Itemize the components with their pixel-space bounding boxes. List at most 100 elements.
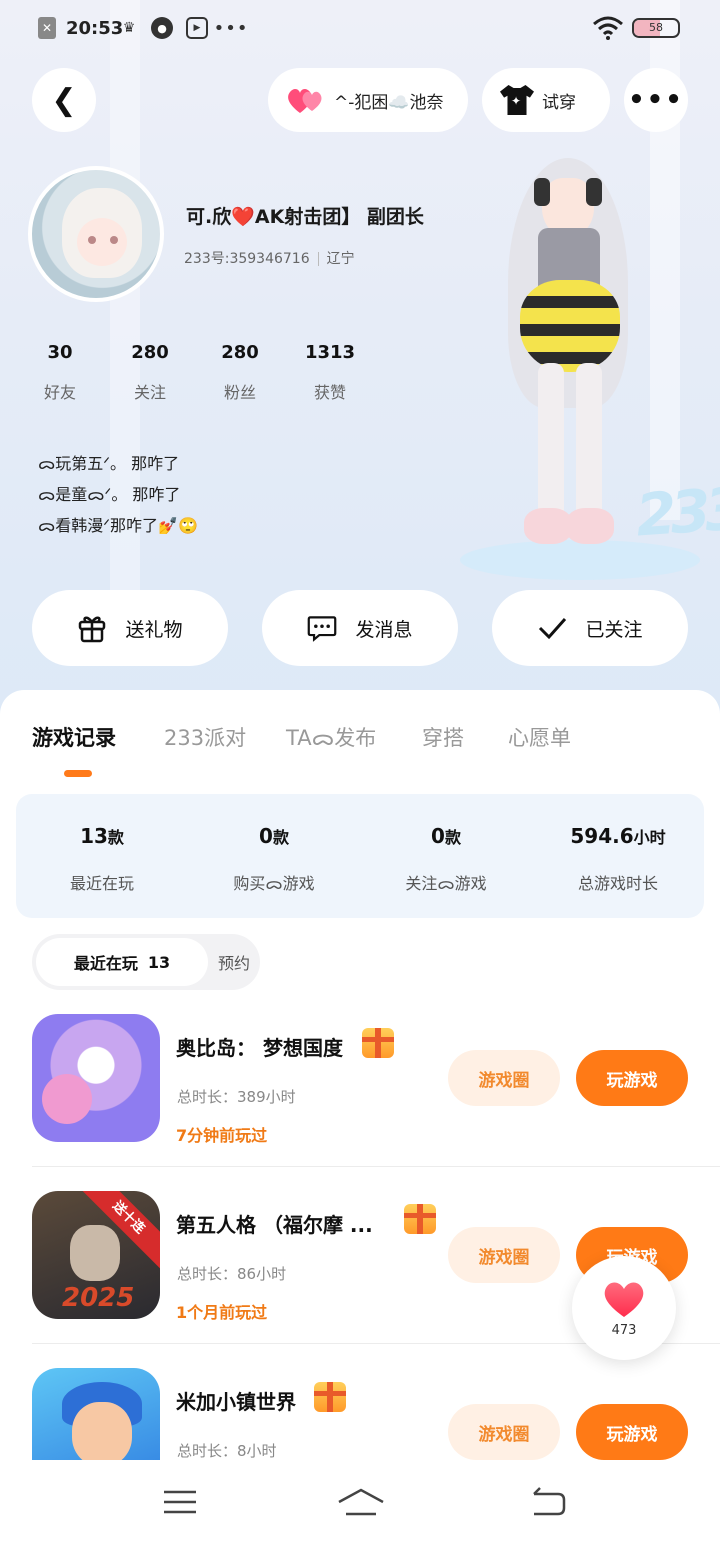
game-duration: 总时长：389小时 xyxy=(177,1086,296,1107)
nickname-text: 可.欣 xyxy=(186,206,232,228)
avatar[interactable] xyxy=(28,166,164,302)
game-circle-button[interactable]: 游戏圈 xyxy=(448,1050,560,1106)
bio: ᯅ玩第五ᐟ。 那咋了 ᯅ是童ᯅᐟ。 那咋了 ᯅ看韩漫ᐟ那咋了💅🙄 xyxy=(38,448,198,541)
like-button[interactable]: 473 xyxy=(572,1256,676,1360)
home-icon[interactable] xyxy=(336,1486,386,1518)
club-badge-button[interactable]: ^-犯困☁️池奈 xyxy=(268,68,468,132)
stat-label: 关注 xyxy=(133,383,166,402)
play-game-button[interactable]: 玩游戏 xyxy=(576,1404,688,1460)
game-icon[interactable]: 送十连 2025 xyxy=(32,1191,160,1319)
duration-label: 总时长： xyxy=(177,1265,238,1283)
followed-label: 已关注 xyxy=(585,618,643,641)
stat-fans[interactable]: 280 粉丝 xyxy=(200,342,280,403)
summary-followed-games[interactable]: 0款 关注ᯅ游戏 xyxy=(360,824,532,894)
profile-tabs: 游戏记录 233派对 TAᯅ发布 穿搭 心愿单 xyxy=(0,690,720,780)
stat-following[interactable]: 280 关注 xyxy=(110,342,190,403)
battery-percent: 58 xyxy=(649,21,663,34)
chevron-left-icon: ❮ xyxy=(51,82,77,118)
stat-number: 1313 xyxy=(304,342,356,363)
send-gift-button[interactable]: 送礼物 xyxy=(32,590,228,666)
gift-icon xyxy=(79,616,106,643)
game-art xyxy=(72,1402,132,1466)
heart-icon xyxy=(604,1281,644,1317)
tab-game-records[interactable]: 游戏记录 xyxy=(32,722,116,752)
gift-icon[interactable] xyxy=(404,1204,436,1234)
summary-unit: 款 xyxy=(272,828,289,847)
filter-recent-label: 最近在玩 xyxy=(73,954,138,973)
game-duration: 总时长：86小时 xyxy=(177,1263,286,1284)
play-icon: ▶ xyxy=(186,17,208,39)
tshirt-icon: ✦ xyxy=(500,85,534,115)
system-nav-bar xyxy=(0,1460,720,1544)
bio-line: ᯅ是童ᯅᐟ。 那咋了 xyxy=(38,485,181,504)
stat-number: 280 xyxy=(221,342,259,363)
nickname-tag: AK射击团】 副团长 xyxy=(254,206,424,228)
summary-label: 购买ᯅ游戏 xyxy=(233,874,315,893)
gift-icon[interactable] xyxy=(314,1382,346,1412)
wifi-icon xyxy=(593,16,623,40)
character-leg xyxy=(538,363,564,523)
status-bar: ✕ 20:53 ♛ ● ▶ ••• 58 xyxy=(0,0,720,56)
menu-icon[interactable] xyxy=(160,1486,200,1518)
game-circle-button[interactable]: 游戏圈 xyxy=(448,1227,560,1283)
list-item[interactable]: 奥比岛： 梦想国度 总时长：389小时 7分钟前玩过 游戏圈 玩游戏 xyxy=(0,1014,720,1190)
bio-line: ᯅ看韩漫ᐟ那咋了💅🙄 xyxy=(38,516,198,535)
filter-reserve[interactable]: 预约 xyxy=(208,934,260,990)
duration-value: 8小时 xyxy=(237,1442,277,1460)
tab-wishlist[interactable]: 心愿单 xyxy=(508,722,571,752)
stat-friends[interactable]: 30 好友 xyxy=(20,342,100,403)
nickname: 可.欣❤️AK射击团】 副团长 xyxy=(186,202,424,229)
game-name: 奥比岛： 梦想国度 xyxy=(176,1036,343,1060)
summary-label: 最近在玩 xyxy=(69,874,134,893)
game-circle-button[interactable]: 游戏圈 xyxy=(448,1404,560,1460)
followed-button[interactable]: 已关注 xyxy=(492,590,688,666)
duration-label: 总时长： xyxy=(177,1442,238,1460)
active-tab-indicator xyxy=(64,770,92,777)
stat-label: 好友 xyxy=(43,383,76,402)
more-dots-icon: ••• xyxy=(628,85,684,115)
game-summary: 13款 最近在玩 0款 购买ᯅ游戏 0款 关注ᯅ游戏 594.6小时 总游戏时长 xyxy=(16,794,704,918)
more-button[interactable]: ••• xyxy=(624,68,688,132)
tab-233-party[interactable]: 233派对 xyxy=(164,722,246,752)
send-message-button[interactable]: 发消息 xyxy=(262,590,458,666)
region: 辽宁 xyxy=(326,251,355,267)
stat-likes[interactable]: 1313 获赞 xyxy=(290,342,370,403)
summary-value: 594.6小时 xyxy=(532,824,704,848)
back-nav-icon[interactable] xyxy=(528,1486,568,1518)
bee-costume xyxy=(520,280,620,372)
try-on-button[interactable]: ✦ 试穿 xyxy=(482,68,610,132)
back-button[interactable]: ❮ xyxy=(32,68,96,132)
duration-label: 总时长： xyxy=(177,1088,238,1106)
club-label: ^-犯困☁️池奈 xyxy=(334,92,444,113)
summary-number: 0 xyxy=(259,824,273,848)
play-game-button[interactable]: 玩游戏 xyxy=(576,1050,688,1106)
avatar-eye xyxy=(88,236,96,244)
summary-purchased[interactable]: 0款 购买ᯅ游戏 xyxy=(188,824,360,894)
summary-number: 13 xyxy=(80,824,108,848)
checkmark-icon xyxy=(539,618,567,640)
send-gift-label: 送礼物 xyxy=(125,618,183,641)
game-art xyxy=(42,1074,92,1124)
summary-unit: 款 xyxy=(107,828,124,847)
brand-233-decoration: 233 xyxy=(633,474,720,550)
game-name: 米加小镇世界 xyxy=(176,1390,296,1414)
summary-recent[interactable]: 13款 最近在玩 xyxy=(16,824,188,894)
summary-total-time[interactable]: 594.6小时 总游戏时长 xyxy=(532,824,704,894)
filter-recent[interactable]: 最近在玩 13 xyxy=(36,938,208,986)
tab-outfits[interactable]: 穿搭 xyxy=(422,722,464,752)
stat-number: 280 xyxy=(131,342,169,363)
avatar-eye xyxy=(110,236,118,244)
character-leg xyxy=(576,363,602,523)
summary-number: 0 xyxy=(431,824,445,848)
summary-label: 关注ᯅ游戏 xyxy=(405,874,487,893)
try-on-label: 试穿 xyxy=(542,92,576,113)
summary-unit: 小时 xyxy=(633,828,666,847)
crown-icon: ♛ xyxy=(122,20,136,36)
duration-value: 86小时 xyxy=(237,1265,287,1283)
divider xyxy=(32,1166,720,1167)
summary-value: 0款 xyxy=(360,824,532,848)
game-icon[interactable] xyxy=(32,1014,160,1142)
tab-posts[interactable]: TAᯅ发布 xyxy=(286,722,376,752)
gift-icon[interactable] xyxy=(362,1028,394,1058)
content-panel: 游戏记录 233派对 TAᯅ发布 穿搭 心愿单 13款 最近在玩 0款 购买ᯅ游… xyxy=(0,690,720,1544)
